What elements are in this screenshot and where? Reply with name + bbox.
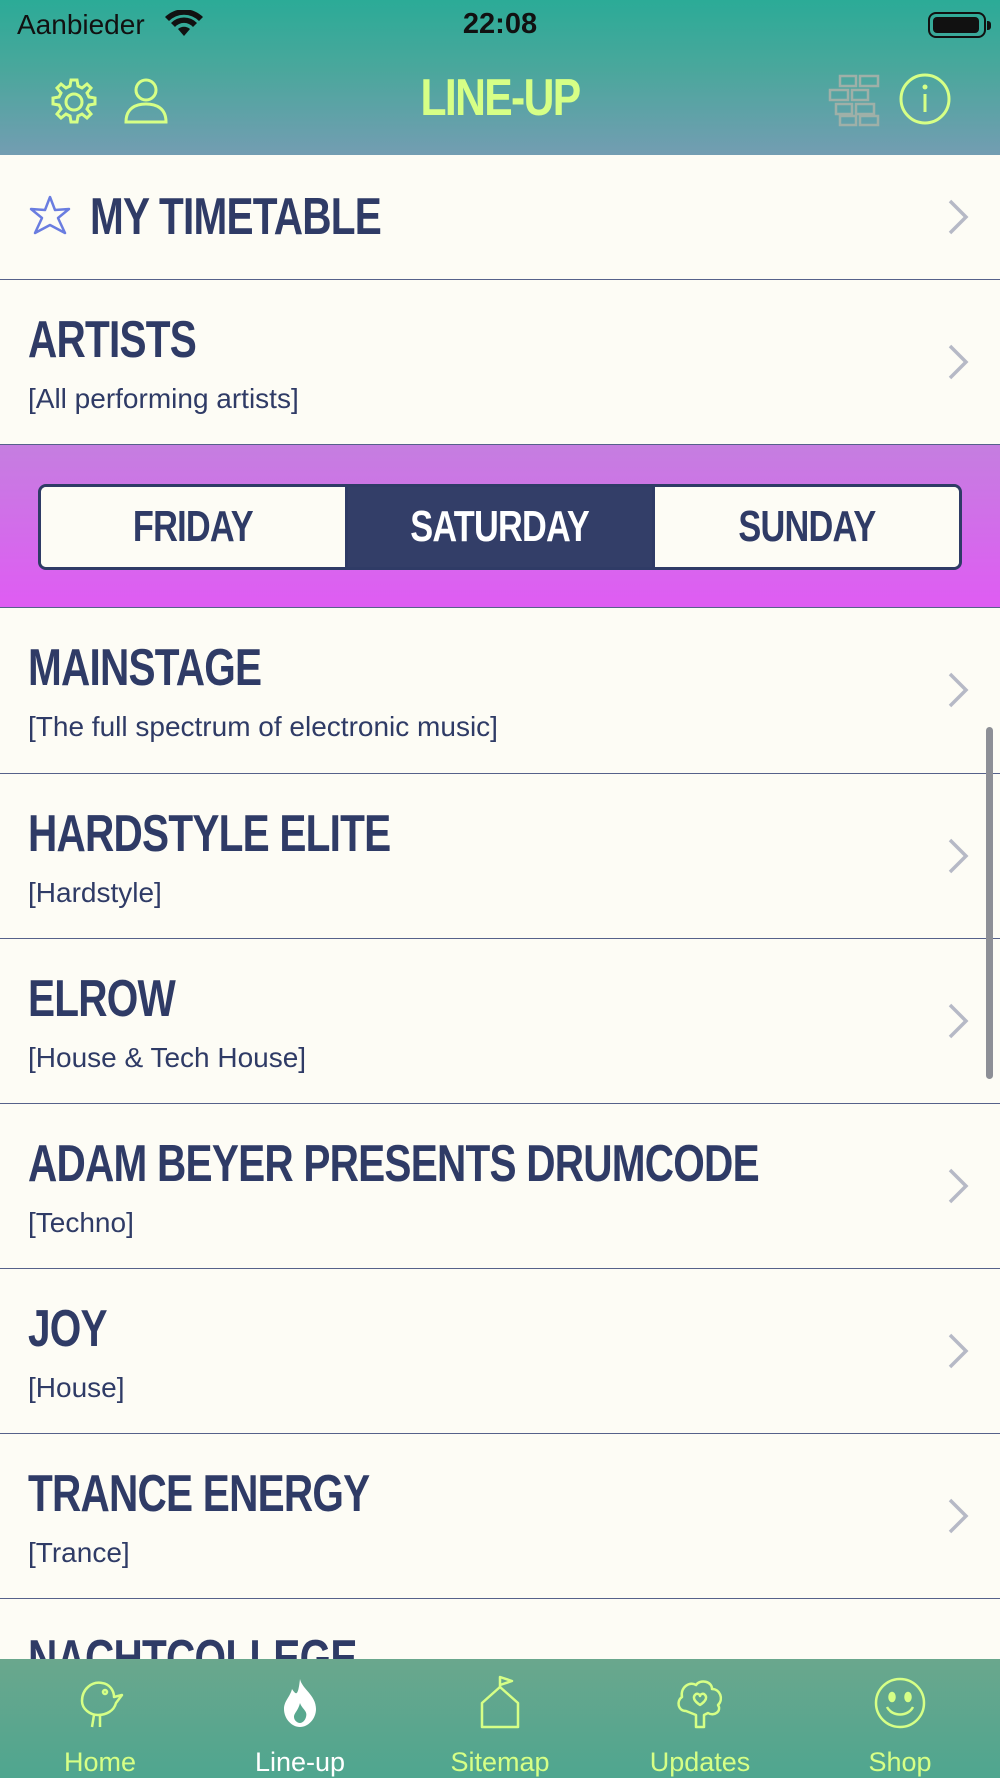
my-timetable-title: MY TIMETABLE (90, 188, 382, 246)
top-bar: Aanbieder 22:08 LINE-UP (0, 0, 1000, 155)
artists-title: ARTISTS (28, 311, 197, 369)
smiley-icon (874, 1677, 926, 1729)
stage-name: MAINSTAGE (28, 639, 262, 697)
stage-row[interactable]: TRANCE ENERGY [Trance] (0, 1434, 1000, 1599)
flame-icon (284, 1679, 316, 1727)
tab-label: Shop (868, 1747, 932, 1777)
stage-name: ELROW (28, 970, 176, 1028)
my-timetable-row[interactable]: MY TIMETABLE (0, 155, 1000, 280)
stage-row[interactable]: ELROW [House & Tech House] (0, 939, 1000, 1104)
stage-genre: [Trance] (28, 1537, 130, 1568)
tab-label: Sitemap (450, 1747, 550, 1777)
bird-icon (80, 1681, 124, 1728)
status-time: 22:08 (462, 8, 538, 40)
tab-label: Updates (649, 1747, 751, 1777)
day-tab-sunday[interactable]: SUNDAY (652, 487, 959, 567)
heart-tree-icon (677, 1680, 723, 1729)
stage-genre: [Hardstyle] (28, 877, 162, 908)
tab-home[interactable]: Home (0, 1659, 200, 1778)
stage-genre: [House & Tech House] (28, 1042, 307, 1073)
tab-label: Line-up (254, 1747, 346, 1777)
day-tab-friday[interactable]: FRIDAY (41, 487, 345, 567)
chevron-right-icon (948, 838, 969, 874)
scrollbar[interactable] (986, 727, 993, 1079)
stage-genre: [Techno] (28, 1207, 134, 1238)
tab-updates[interactable]: Updates (600, 1659, 800, 1778)
chevron-right-icon (948, 1168, 969, 1204)
tab-sitemap[interactable]: Sitemap (400, 1659, 600, 1778)
tab-label: Home (63, 1747, 137, 1777)
stage-genre: [House] (28, 1372, 125, 1403)
battery-icon (928, 12, 991, 38)
stage-genre: [The full spectrum of electronic music] (28, 711, 498, 742)
day-selector-band: FRIDAY SATURDAY SUNDAY (0, 445, 1000, 608)
stage-row[interactable]: HARDSTYLE ELITE [Hardstyle] (0, 774, 1000, 939)
star-icon (29, 195, 71, 235)
stage-row[interactable]: ADAM BEYER PRESENTS DRUMCODE [Techno] (0, 1104, 1000, 1269)
tab-line-up[interactable]: Line-up (200, 1659, 400, 1778)
tab-bar: Home Line-up Sitemap Updates Shop (0, 1659, 1000, 1778)
grid-blocks-icon[interactable] (826, 72, 882, 128)
flag-house-icon (480, 1675, 520, 1729)
stage-row[interactable]: JOY [House] (0, 1269, 1000, 1434)
info-icon[interactable] (898, 72, 952, 126)
day-segmented-control: FRIDAY SATURDAY SUNDAY (38, 484, 962, 570)
artists-subtitle: [All performing artists] (28, 383, 299, 414)
chevron-right-icon (948, 344, 969, 380)
chevron-right-icon (948, 199, 969, 235)
artists-row[interactable]: ARTISTS [All performing artists] (0, 280, 1000, 445)
chevron-right-icon (948, 672, 969, 708)
stage-name: TRANCE ENERGY (28, 1465, 370, 1523)
stage-name: HARDSTYLE ELITE (28, 805, 391, 863)
chevron-right-icon (948, 1003, 969, 1039)
status-bar: Aanbieder 22:08 (0, 0, 1000, 50)
day-tab-saturday[interactable]: SATURDAY (345, 487, 652, 567)
stage-name: JOY (28, 1300, 108, 1358)
tab-shop[interactable]: Shop (800, 1659, 1000, 1778)
chevron-right-icon (948, 1333, 969, 1369)
chevron-right-icon (948, 1498, 969, 1534)
stage-name: ADAM BEYER PRESENTS DRUMCODE (28, 1135, 760, 1193)
page-title: LINE-UP (420, 69, 581, 127)
stage-row[interactable]: MAINSTAGE [The full spectrum of electron… (0, 608, 1000, 774)
